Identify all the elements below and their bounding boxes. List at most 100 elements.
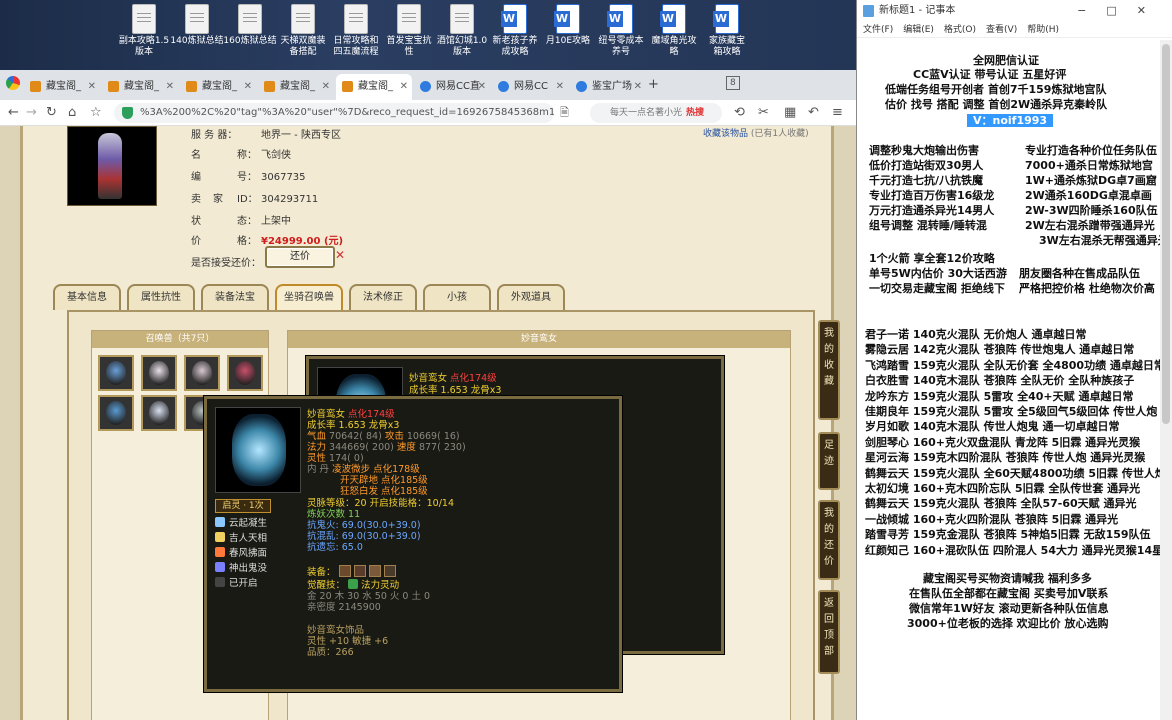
summon-skill[interactable]: 吉人天相 xyxy=(215,532,267,546)
desktop-icon[interactable]: 140炼狱总结 xyxy=(169,4,225,47)
notepad-menu-item[interactable]: 帮助(H) xyxy=(1027,25,1059,35)
desktop-icon[interactable]: 160炼狱总结 xyxy=(222,4,278,47)
rotate-icon[interactable]: ⟲ xyxy=(734,104,745,122)
tab-1[interactable]: 属性抗性 xyxy=(127,284,195,310)
summon-skill[interactable]: 神出鬼没 xyxy=(215,562,267,576)
browser-tab[interactable]: 网易CC ✕ xyxy=(492,74,568,100)
desktop-icon[interactable]: 首发宝宝抗 性 xyxy=(381,4,437,58)
tab-close-icon[interactable]: ✕ xyxy=(556,74,564,100)
summon-face-icon xyxy=(149,401,169,425)
desktop-icon[interactable]: 天梯双魔装 备搭配 xyxy=(275,4,331,58)
undo-icon[interactable]: ↶ xyxy=(808,104,819,122)
desktop-icon[interactable]: W 新老孩子养 成攻略 xyxy=(487,4,543,58)
desktop-icon[interactable]: W 纽号零成本 养号 xyxy=(593,4,649,58)
tab-close-icon[interactable]: ✕ xyxy=(478,74,486,100)
tab-close-icon[interactable]: ✕ xyxy=(244,74,252,100)
tab-5[interactable]: 小孩 xyxy=(423,284,491,310)
desktop-icon-label: 月10E攻略 xyxy=(545,36,591,46)
browser-tab[interactable]: 藏宝阁_ ✕ xyxy=(102,74,178,100)
notepad-menu-item[interactable]: 查看(V) xyxy=(986,25,1017,35)
summon-thumbnail[interactable] xyxy=(141,355,177,391)
summon-thumbnail[interactable] xyxy=(98,355,134,391)
summon-thumbnail[interactable] xyxy=(141,395,177,431)
desktop-icon[interactable]: W 家族藏宝 箱攻略 xyxy=(699,4,755,58)
desktop-icon[interactable]: 日常攻略和 四五魔流程 xyxy=(328,4,384,58)
home-icon[interactable]: ⌂ xyxy=(68,104,76,122)
back-button[interactable]: ← xyxy=(8,104,19,122)
browser-tab[interactable]: 藏宝阁_ ✕ xyxy=(258,74,334,100)
hot-search-badge[interactable]: 热搜 xyxy=(686,108,704,118)
tab-close-icon[interactable]: ✕ xyxy=(166,74,174,100)
awaken-icon[interactable] xyxy=(348,579,359,589)
status-label-2: 态： xyxy=(237,216,257,227)
browser-tab[interactable]: 藏宝阁_ ✕ xyxy=(336,74,412,100)
summon-skill[interactable]: 春风拂面 xyxy=(215,547,267,561)
tab-close-icon[interactable]: ✕ xyxy=(322,74,330,100)
refresh-button[interactable]: ↻ xyxy=(46,104,57,122)
side-button-3[interactable]: 返回顶部 xyxy=(818,590,840,674)
notepad-scrollbar[interactable] xyxy=(1160,40,1172,720)
favorite-link[interactable]: 收藏该物品 xyxy=(703,129,748,139)
mp-value: 344669( 200) xyxy=(329,442,394,453)
counter-offer-button[interactable]: 还价 xyxy=(265,246,335,268)
browser-logo-icon[interactable] xyxy=(6,76,20,90)
equip-slot-icon[interactable] xyxy=(353,565,366,577)
summon-thumbnail[interactable] xyxy=(184,355,220,391)
reader-icon[interactable]: 🗎 xyxy=(560,104,569,122)
desktop-icon[interactable]: W 魔域角光攻 略 xyxy=(646,4,702,58)
equip-slot-icon[interactable] xyxy=(368,565,381,577)
notepad-line: 踏雪寻芳 159克金混队 苍狼阵 5神焰5旧霖 无敌159队伍 xyxy=(865,528,1151,542)
tab-6[interactable]: 外观道具 xyxy=(497,284,565,310)
browser-tab[interactable]: 鉴宝广场 ✕ xyxy=(570,74,646,100)
address-bar[interactable]: %3A%200%2C%20"tag"%3A%20"user"%7D&reco_r… xyxy=(114,103,554,123)
tab-close-icon[interactable]: ✕ xyxy=(634,74,642,100)
browser-tab[interactable]: 网易CC直 ✕ xyxy=(414,74,490,100)
tab-3[interactable]: 坐骑召唤兽 xyxy=(275,284,343,310)
desktop-icon[interactable]: W 月10E攻略 xyxy=(540,4,596,47)
side-button-0[interactable]: 我的收藏 xyxy=(818,320,840,420)
menu-icon[interactable]: ≡ xyxy=(832,104,843,122)
tab-2[interactable]: 装备法宝 xyxy=(201,284,269,310)
browser-tab-bar: 藏宝阁_ ✕ 藏宝阁_ ✕ 藏宝阁_ ✕ 藏宝阁_ ✕ 藏宝阁_ ✕ 网易CC直 ✕ 网易CC ✕ 鉴宝广场… xyxy=(0,70,856,100)
window-controls[interactable]: −□✕ xyxy=(1077,0,1166,22)
tab-4[interactable]: 法术修正 xyxy=(349,284,417,310)
price-label-2: 格： xyxy=(237,236,257,247)
summon-thumbnail[interactable] xyxy=(98,395,134,431)
summon-skill[interactable]: 已开启 xyxy=(215,577,258,591)
equip-slot-icon[interactable] xyxy=(383,565,396,577)
tab-0[interactable]: 基本信息 xyxy=(53,284,121,310)
grid-icon[interactable]: ▦ xyxy=(784,104,796,122)
notepad-window: 新标题1 - 记事本 −□✕ 文件(F) 编辑(E) 格式(O) 查看(V) 帮助(H) … xyxy=(856,0,1172,720)
tab-close-icon[interactable]: ✕ xyxy=(88,74,96,100)
browser-tab[interactable]: 藏宝阁_ ✕ xyxy=(180,74,256,100)
notepad-menu-item[interactable]: 编辑(E) xyxy=(903,25,934,35)
notepad-line: 白衣胜雪 140克木混队 苍狼阵 全队无价 全队种族孩子 xyxy=(865,374,1135,388)
summon-face-icon xyxy=(106,361,126,385)
cut-icon[interactable]: ✂ xyxy=(758,104,769,122)
server-value: 地界一 - 陕西专区 xyxy=(261,130,341,141)
desktop-icon[interactable]: 副本攻略1.5 版本 xyxy=(116,4,172,58)
browser-tab[interactable]: 藏宝阁_ ✕ xyxy=(24,74,100,100)
equip-slot-icon[interactable] xyxy=(338,565,351,577)
forward-button[interactable]: → xyxy=(26,104,37,122)
new-tab-button[interactable]: + xyxy=(648,76,659,94)
tab-close-icon[interactable]: ✕ xyxy=(400,74,408,100)
skill-icon xyxy=(215,547,225,557)
tab-count-badge[interactable]: 8 xyxy=(726,76,740,90)
notepad-line: 1W+通杀炼狱DG卓7画窟 xyxy=(1025,174,1157,187)
notepad-text-area[interactable]: 全网肥信认证 CC蓝V认证 带号认证 五星好评 低端任务组号开创者 首创7千159炼… xyxy=(857,40,1172,720)
bookmark-star-icon[interactable]: ☆ xyxy=(90,104,102,122)
side-button-2[interactable]: 我的还价 xyxy=(818,500,840,580)
summon-skill[interactable]: 云起凝生 xyxy=(215,517,267,531)
tooltip-ornament-quality: 品质：266 xyxy=(307,647,354,658)
summon-thumbnail[interactable] xyxy=(227,355,263,391)
notepad-menu-item[interactable]: 文件(F) xyxy=(863,25,893,35)
notepad-line: 单号5W内估价 30大话西游 xyxy=(869,267,1007,280)
browser-search-box[interactable]: 每天一点名著小光 热搜 xyxy=(590,103,722,123)
notepad-menu-item[interactable]: 格式(O) xyxy=(944,25,976,35)
notepad-line: 7000+通杀日常炼狱地宫 xyxy=(1025,159,1153,172)
side-button-1[interactable]: 足迹 xyxy=(818,432,840,490)
close-icon[interactable]: ✕ xyxy=(335,248,345,262)
desktop-icon[interactable]: 酒馆幻城1.0 版本 xyxy=(434,4,490,58)
skill-name: 云起凝生 xyxy=(229,518,268,529)
